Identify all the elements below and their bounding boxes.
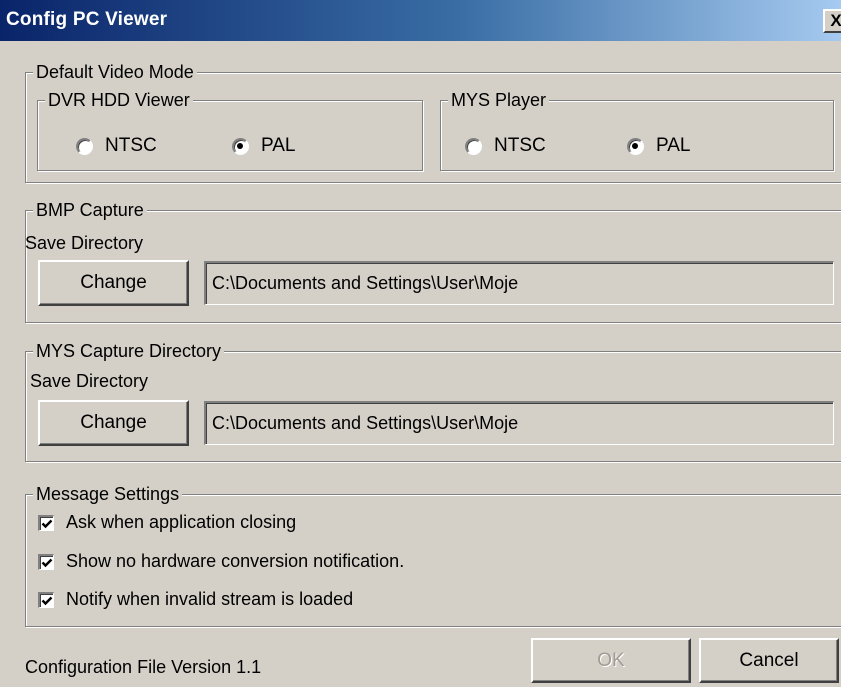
cancel-button[interactable]: Cancel: [699, 638, 839, 683]
dvr-pal-radio[interactable]: PAL: [232, 135, 296, 157]
bmp-save-directory-label: Save Directory: [25, 233, 144, 253]
config-version-text: Configuration File Version 1.1: [25, 657, 262, 677]
dvr-ntsc-radio[interactable]: NTSC: [76, 135, 157, 157]
invalid-stream-label: Notify when invalid stream is loaded: [66, 589, 354, 609]
mys-player-group: MYS Player NTSC PAL: [440, 89, 834, 171]
radio-unchecked-icon[interactable]: [465, 137, 482, 155]
no-hw-conversion-label: Show no hardware conversion notification…: [66, 551, 405, 571]
mys-change-button[interactable]: Change: [38, 400, 189, 446]
default-video-mode-group: Default Video Mode DVR HDD Viewer NTSC P…: [25, 61, 841, 183]
mys-path-field[interactable]: C:\Documents and Settings\User\Moje: [204, 401, 834, 445]
mys-ntsc-radio[interactable]: NTSC: [465, 135, 546, 157]
ok-button[interactable]: OK: [531, 638, 691, 683]
window-title: Config PC Viewer: [6, 9, 168, 30]
radio-unchecked-icon[interactable]: [76, 137, 93, 155]
dvr-pal-label: PAL: [261, 135, 296, 156]
config-dialog: Config PC Viewer X Default Video Mode DV…: [0, 0, 841, 687]
bmp-change-button[interactable]: Change: [38, 260, 189, 306]
mys-ntsc-label: NTSC: [494, 135, 546, 156]
checkbox-checked-icon[interactable]: [38, 514, 54, 531]
ask-closing-label: Ask when application closing: [66, 512, 297, 532]
mys-pal-label: PAL: [656, 135, 691, 156]
dvr-hdd-viewer-group: DVR HDD Viewer NTSC PAL: [37, 89, 423, 171]
message-settings-legend: Message Settings: [33, 483, 183, 505]
close-icon: X: [830, 11, 841, 30]
checkbox-checked-icon[interactable]: [38, 553, 54, 570]
dvr-ntsc-label: NTSC: [105, 135, 157, 156]
radio-checked-icon[interactable]: [627, 137, 644, 155]
bmp-capture-legend: BMP Capture: [33, 199, 147, 221]
checkbox-checked-icon[interactable]: [38, 591, 54, 608]
mys-pal-radio[interactable]: PAL: [627, 135, 691, 157]
radio-checked-icon[interactable]: [232, 137, 249, 155]
close-button[interactable]: X: [823, 9, 841, 33]
invalid-stream-checkbox[interactable]: Notify when invalid stream is loaded: [38, 589, 353, 610]
dvr-hdd-viewer-legend: DVR HDD Viewer: [45, 89, 193, 111]
default-video-mode-legend: Default Video Mode: [33, 61, 197, 83]
mys-capture-legend: MYS Capture Directory: [33, 340, 225, 362]
title-bar[interactable]: Config PC Viewer X: [0, 0, 841, 41]
ask-closing-checkbox[interactable]: Ask when application closing: [38, 512, 296, 533]
mys-player-legend: MYS Player: [448, 89, 550, 111]
bmp-path-field[interactable]: C:\Documents and Settings\User\Moje: [204, 261, 834, 305]
mys-save-directory-label: Save Directory: [30, 371, 149, 391]
no-hw-conversion-checkbox[interactable]: Show no hardware conversion notification…: [38, 551, 404, 572]
